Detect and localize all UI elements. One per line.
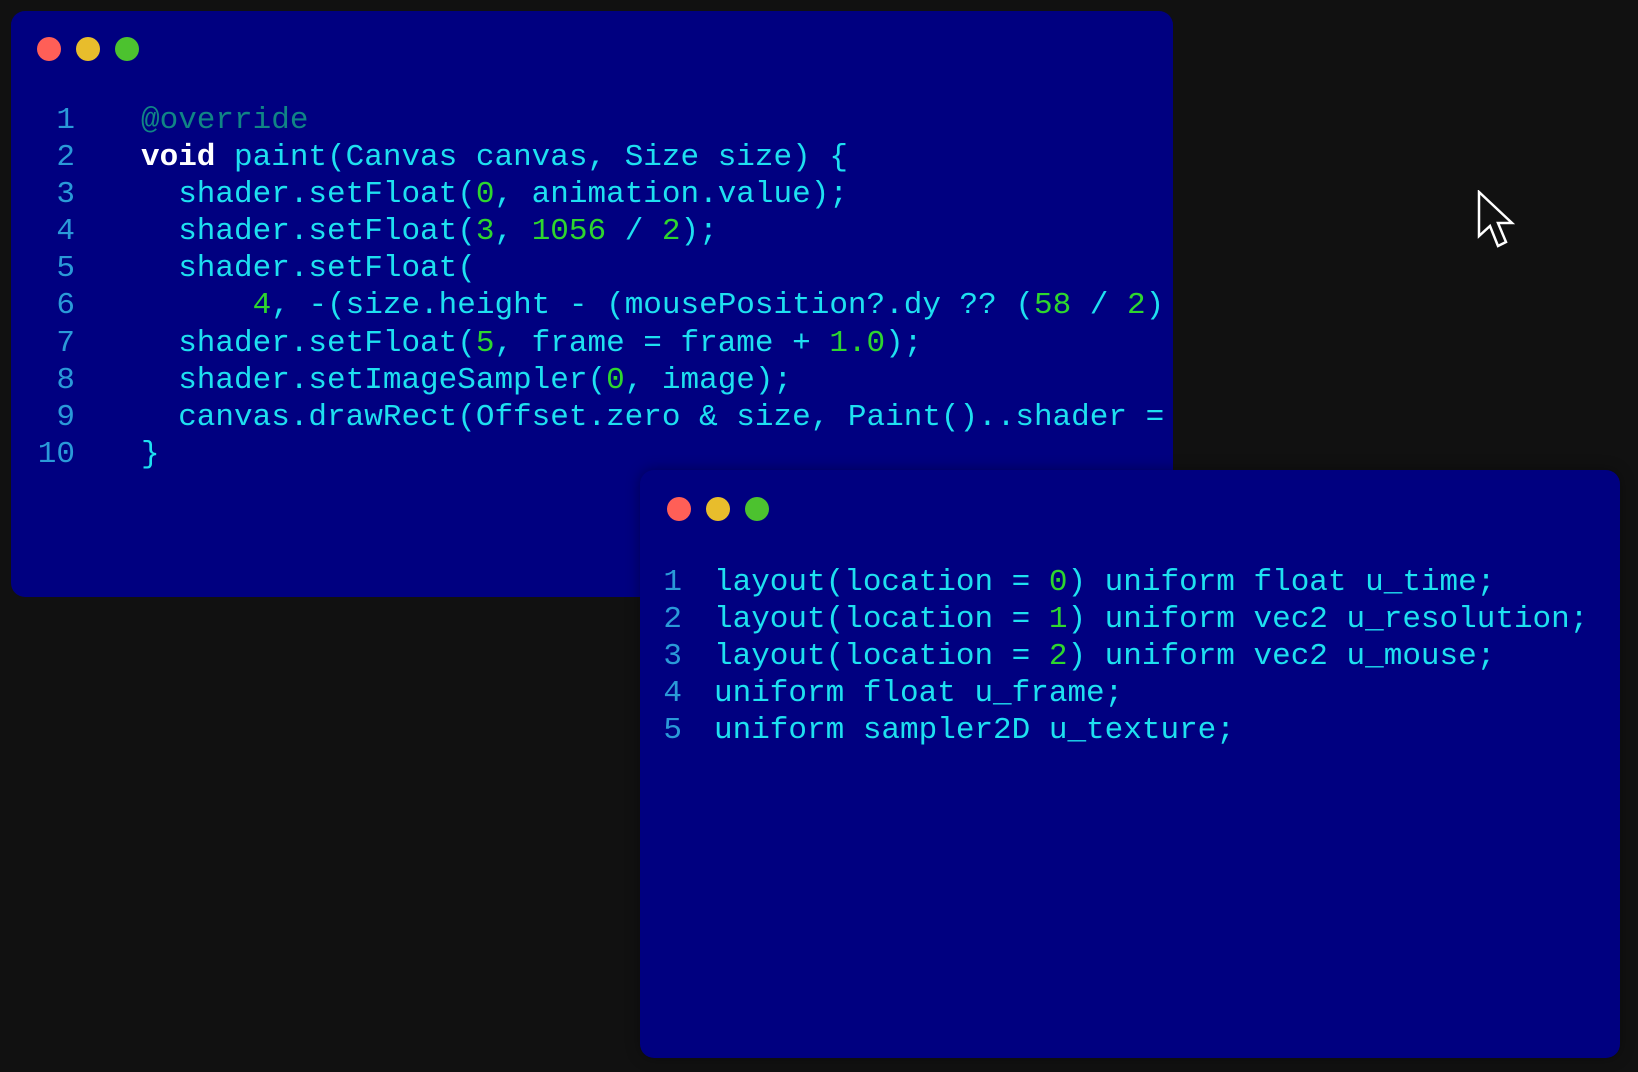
code-token: ) [1145, 288, 1165, 324]
code-text: shader.setFloat(5, frame = frame + 1.0); [141, 325, 922, 362]
code-token: , -(size.height - (mousePosition?.dy ?? … [271, 288, 1034, 324]
code-token: ) uniform vec2 u_mouse; [1067, 639, 1496, 675]
code-token: 0 [475, 177, 495, 213]
minimize-button[interactable] [706, 497, 730, 521]
code-text: shader.setFloat(3, 1056 / 2); [141, 213, 718, 250]
window-controls [667, 497, 769, 521]
code-text: layout(location = 1) uniform vec2 u_reso… [714, 601, 1588, 638]
line-number: 1 [56, 103, 75, 138]
code-text: canvas.drawRect(Offset.zero & size, Pain… [141, 399, 1164, 436]
code-line: 2 void paint(Canvas canvas, Size size) { [11, 139, 1164, 176]
close-button[interactable] [37, 37, 61, 61]
code-editor[interactable]: 1 @override 2 void paint(Canvas canvas, Siz… [11, 102, 1164, 473]
code-line: 3 layout(location = 2) uniform vec2 u_mou… [640, 638, 1588, 675]
code-line: 6 4, -(size.height - (mousePosition?.dy … [11, 287, 1164, 324]
code-token: shader.setFloat( [141, 325, 476, 361]
line-number: 5 [56, 251, 75, 287]
code-line: 7 shader.setFloat(5, frame = frame + 1.0… [11, 325, 1164, 362]
line-number: 3 [663, 639, 682, 675]
minimize-button[interactable] [76, 37, 100, 61]
code-token: ); [885, 325, 923, 361]
code-token: 1056 [531, 214, 607, 250]
code-text: shader.setFloat(0, animation.value); [141, 176, 848, 213]
code-text: uniform sampler2D u_texture; [714, 712, 1235, 749]
code-token: 58 [1033, 288, 1072, 324]
code-token: paint(Canvas canvas, Size size) { [215, 140, 848, 176]
code-token: ) uniform float u_time; [1067, 565, 1496, 600]
code-text: @override [141, 102, 308, 139]
code-line: 3 shader.setFloat(0, animation.value); [11, 176, 1164, 213]
code-token: void [141, 140, 216, 176]
code-token: 4 [252, 288, 272, 324]
code-line: 4 uniform float u_frame; [640, 675, 1588, 712]
code-line: 4 shader.setFloat(3, 1056 / 2); [11, 213, 1164, 250]
code-line: 2 layout(location = 1) uniform vec2 u_res… [640, 601, 1588, 638]
code-line: 10} [11, 436, 1164, 473]
maximize-button[interactable] [115, 37, 139, 61]
line-number: 1 [663, 565, 682, 600]
code-token: 5 [475, 325, 495, 361]
line-number: 7 [56, 325, 75, 361]
code-token: ) uniform vec2 u_resolution; [1067, 602, 1589, 638]
code-token: , frame = frame + [494, 325, 830, 361]
code-token: layout(location = [714, 565, 1049, 600]
code-text: shader.setFloat( [141, 250, 476, 287]
code-text: uniform float u_frame; [714, 675, 1123, 712]
code-line: 5 shader.setFloat( [11, 250, 1164, 287]
code-token: 3 [475, 214, 495, 250]
window-controls [37, 37, 139, 61]
code-line: 1 layout(location = 0) uniform float u_ti… [640, 564, 1588, 601]
code-token: shader.setFloat( [141, 214, 476, 250]
code-token: / [606, 214, 662, 250]
code-token: , [494, 214, 532, 250]
code-token: 2 [661, 214, 681, 250]
code-token: } [141, 436, 160, 472]
code-token: / [1071, 288, 1127, 324]
code-token: 2 [1127, 288, 1146, 324]
code-token: 0 [606, 362, 625, 398]
code-token: canvas.drawRect(Offset.zero & size, Pain… [141, 399, 1165, 435]
line-number: 4 [663, 676, 682, 712]
line-number: 2 [663, 602, 682, 638]
code-line: 8 shader.setImageSampler(0, image); [11, 362, 1164, 399]
line-number: 3 [56, 177, 75, 213]
code-text: layout(location = 2) uniform vec2 u_mous… [714, 638, 1495, 675]
code-token: 0 [1048, 565, 1068, 600]
code-text: shader.setImageSampler(0, image); [141, 362, 792, 399]
code-text: void paint(Canvas canvas, Size size) { [141, 139, 848, 176]
code-editor[interactable]: 1 layout(location = 0) uniform float u_ti… [640, 564, 1588, 749]
code-token: uniform sampler2D u_texture; [714, 713, 1235, 749]
line-number: 8 [56, 362, 75, 398]
maximize-button[interactable] [745, 497, 769, 521]
code-token: shader.setFloat( [141, 251, 476, 287]
code-token: 1.0 [829, 325, 886, 361]
line-number: 6 [56, 288, 75, 324]
code-token: 1 [1048, 602, 1068, 638]
code-line: 1 @override [11, 102, 1164, 139]
code-token: layout(location = [714, 602, 1049, 638]
code-line: 5 uniform sampler2D u_texture; [640, 712, 1588, 749]
code-token: , image); [624, 362, 793, 398]
code-token: , animation.value); [494, 177, 848, 213]
line-number: 5 [663, 713, 682, 749]
line-number: 10 [37, 436, 75, 472]
code-token: ); [680, 214, 718, 250]
code-token: shader.setImageSampler( [141, 362, 607, 398]
code-token: layout(location = [714, 639, 1049, 675]
line-number: 2 [56, 140, 75, 176]
line-number: 9 [56, 399, 75, 435]
code-text: layout(location = 0) uniform float u_tim… [714, 564, 1495, 601]
code-text: 4, -(size.height - (mousePosition?.dy ??… [141, 287, 1165, 324]
code-text: } [141, 436, 160, 473]
arrow-pointer-icon [1477, 190, 1515, 248]
code-token: @override [141, 103, 309, 138]
code-token: uniform float u_frame; [714, 676, 1124, 712]
code-token: 2 [1048, 639, 1068, 675]
line-number: 4 [56, 214, 75, 250]
close-button[interactable] [667, 497, 691, 521]
code-token: shader.setFloat( [141, 177, 476, 213]
glsl-code-window: 1 layout(location = 0) uniform float u_ti… [640, 470, 1620, 1058]
code-line: 9 canvas.drawRect(Offset.zero & size, Pa… [11, 399, 1164, 436]
